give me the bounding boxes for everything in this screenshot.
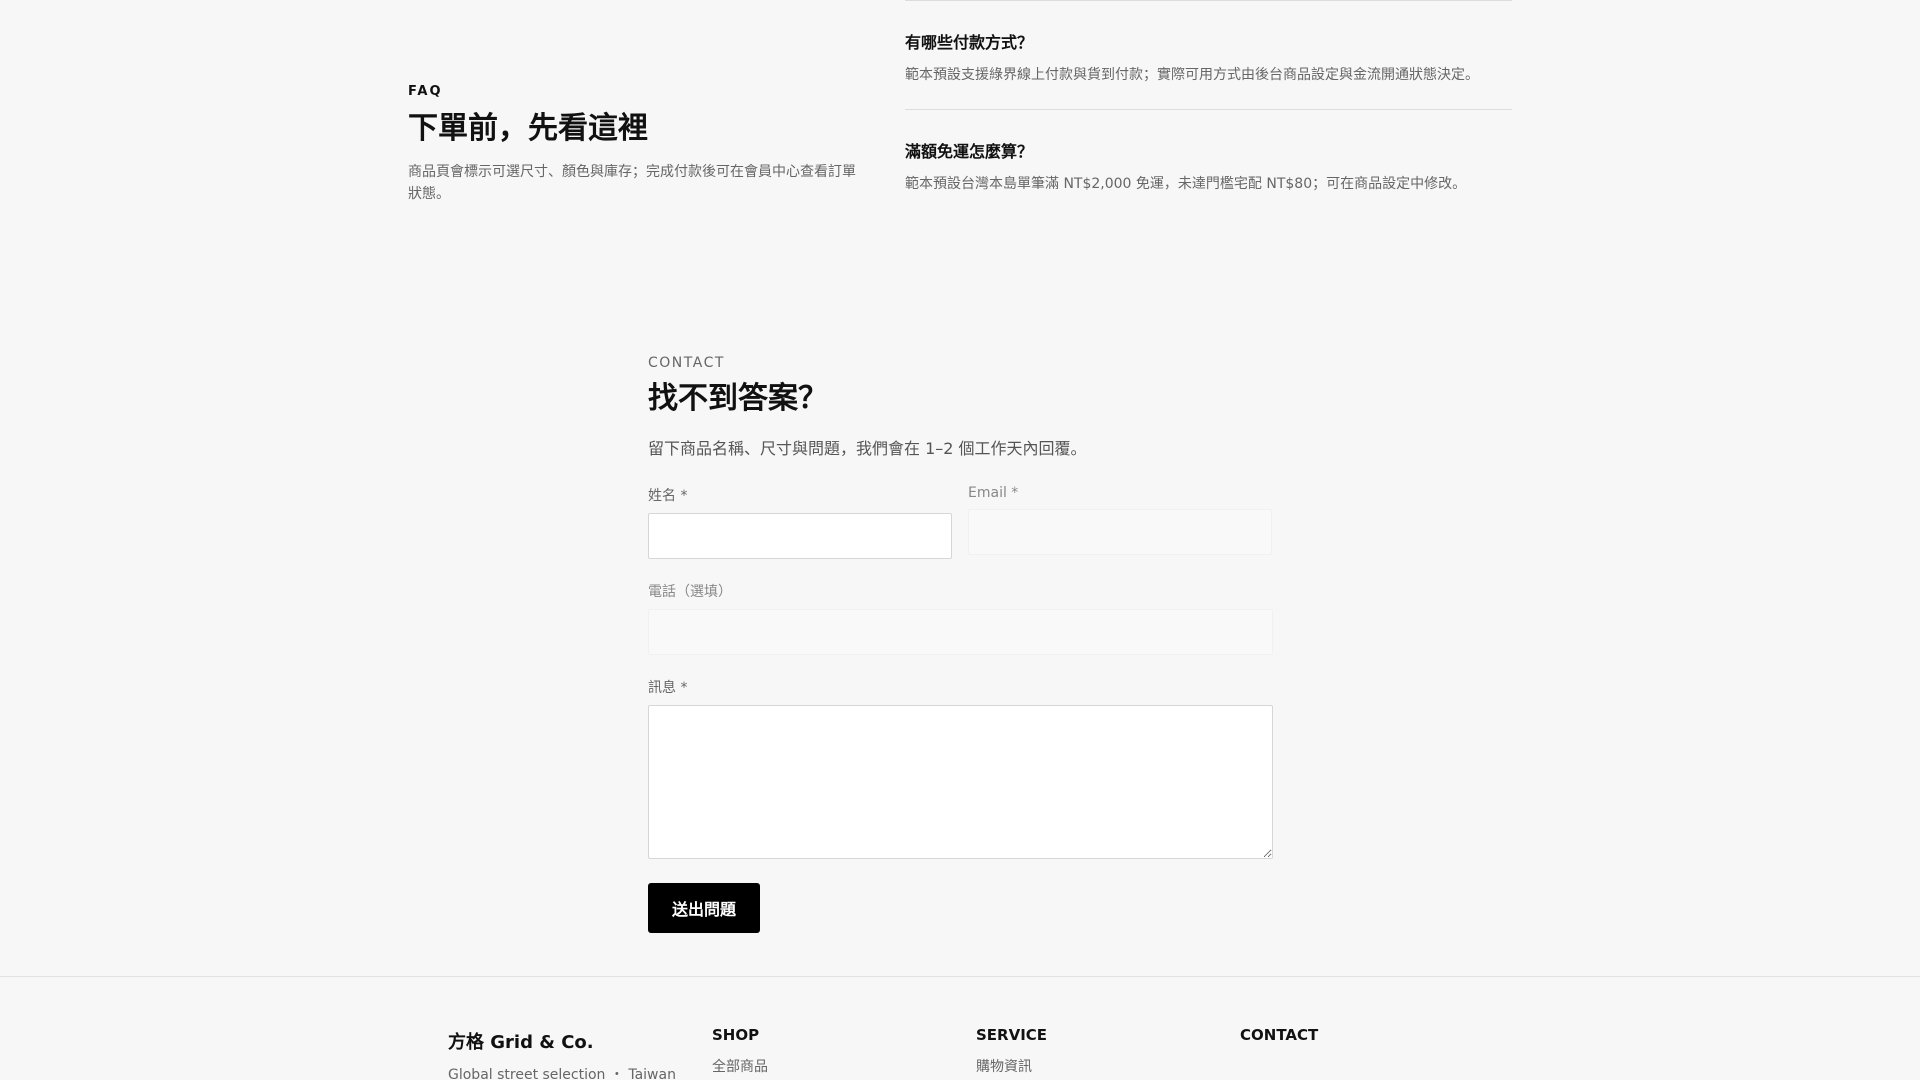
faq-item-shipping[interactable]: 滿額免運怎麼算？ 範本預設台灣本島單筆滿 NT$2,000 免運，未達門檻宅配 …: [905, 109, 1512, 218]
footer-link-all-products[interactable]: 全部商品: [712, 1056, 768, 1076]
footer-col-contact: CONTACT: [1240, 1026, 1318, 1056]
contact-section: CONTACT 找不到答案？ 留下商品名稱、尺寸與問題，我們會在 1–2 個工作…: [648, 355, 1273, 933]
message-label: 訊息 *: [648, 680, 688, 696]
faq-answer: 範本預設台灣本島單筆滿 NT$2,000 免運，未達門檻宅配 NT$80；可在商…: [905, 176, 1467, 192]
faq-list: 有哪些付款方式？ 範本預設支援綠界線上付款與貨到付款；實際可用方式由後台商品設定…: [905, 0, 1512, 218]
faq-intro: FAQ 下單前，先看這裡 商品頁會標示可選尺寸、顏色與庫存；完成付款後可在會員中…: [408, 84, 863, 205]
faq-title: 下單前，先看這裡: [408, 111, 648, 146]
faq-answer: 範本預設支援綠界線上付款與貨到付款；實際可用方式由後台商品設定與金流開通狀態決定…: [905, 67, 1479, 83]
email-field[interactable]: [968, 509, 1272, 555]
email-field-group: Email *: [968, 485, 1272, 559]
contact-title: 找不到答案？: [648, 381, 828, 416]
contact-eyebrow: CONTACT: [648, 355, 725, 371]
name-field[interactable]: [648, 513, 952, 559]
message-field[interactable]: [648, 705, 1273, 859]
phone-field[interactable]: [648, 609, 1273, 655]
contact-description: 留下商品名稱、尺寸與問題，我們會在 1–2 個工作天內回覆。: [648, 439, 1087, 458]
faq-question[interactable]: 有哪些付款方式？: [905, 29, 1512, 53]
footer-link-shopping-info[interactable]: 購物資訊: [976, 1056, 1047, 1076]
contact-form: 姓名 * Email * 電話（選填） 訊息 * 送出問題: [648, 485, 1273, 933]
message-field-group: 訊息 *: [648, 677, 1273, 859]
faq-description: 商品頁會標示可選尺寸、顏色與庫存；完成付款後可在會員中心查看訂單狀態。: [408, 164, 856, 202]
footer-col-title: SHOP: [712, 1026, 760, 1044]
page: FAQ 下單前，先看這裡 商品頁會標示可選尺寸、顏色與庫存；完成付款後可在會員中…: [0, 0, 1920, 1080]
phone-label: 電話（選填）: [648, 584, 732, 600]
faq-item-payment[interactable]: 有哪些付款方式？ 範本預設支援綠界線上付款與貨到付款；實際可用方式由後台商品設定…: [905, 0, 1512, 109]
name-field-group: 姓名 *: [648, 485, 952, 559]
phone-field-group: 電話（選填）: [648, 581, 1273, 655]
footer-col-title: SERVICE: [976, 1026, 1048, 1044]
footer-col-service: SERVICE 購物資訊: [976, 1026, 1047, 1076]
brand-name[interactable]: 方格 Grid & Co.: [448, 1028, 676, 1054]
faq-question[interactable]: 滿額免運怎麼算？: [905, 138, 1512, 162]
footer-divider: [0, 976, 1920, 977]
name-label: 姓名 *: [648, 488, 688, 504]
footer-col-title: CONTACT: [1240, 1026, 1319, 1044]
submit-button[interactable]: 送出問題: [648, 883, 761, 933]
form-row-name-email: 姓名 * Email *: [648, 485, 1273, 581]
footer-col-shop: SHOP 全部商品: [712, 1026, 768, 1076]
faq-eyebrow: FAQ: [408, 84, 443, 99]
email-label: Email *: [968, 485, 1019, 501]
footer-brand: 方格 Grid & Co. Global street selection ・ …: [448, 1026, 676, 1080]
brand-tagline: Global street selection ・ Taiwan: [448, 1067, 676, 1080]
